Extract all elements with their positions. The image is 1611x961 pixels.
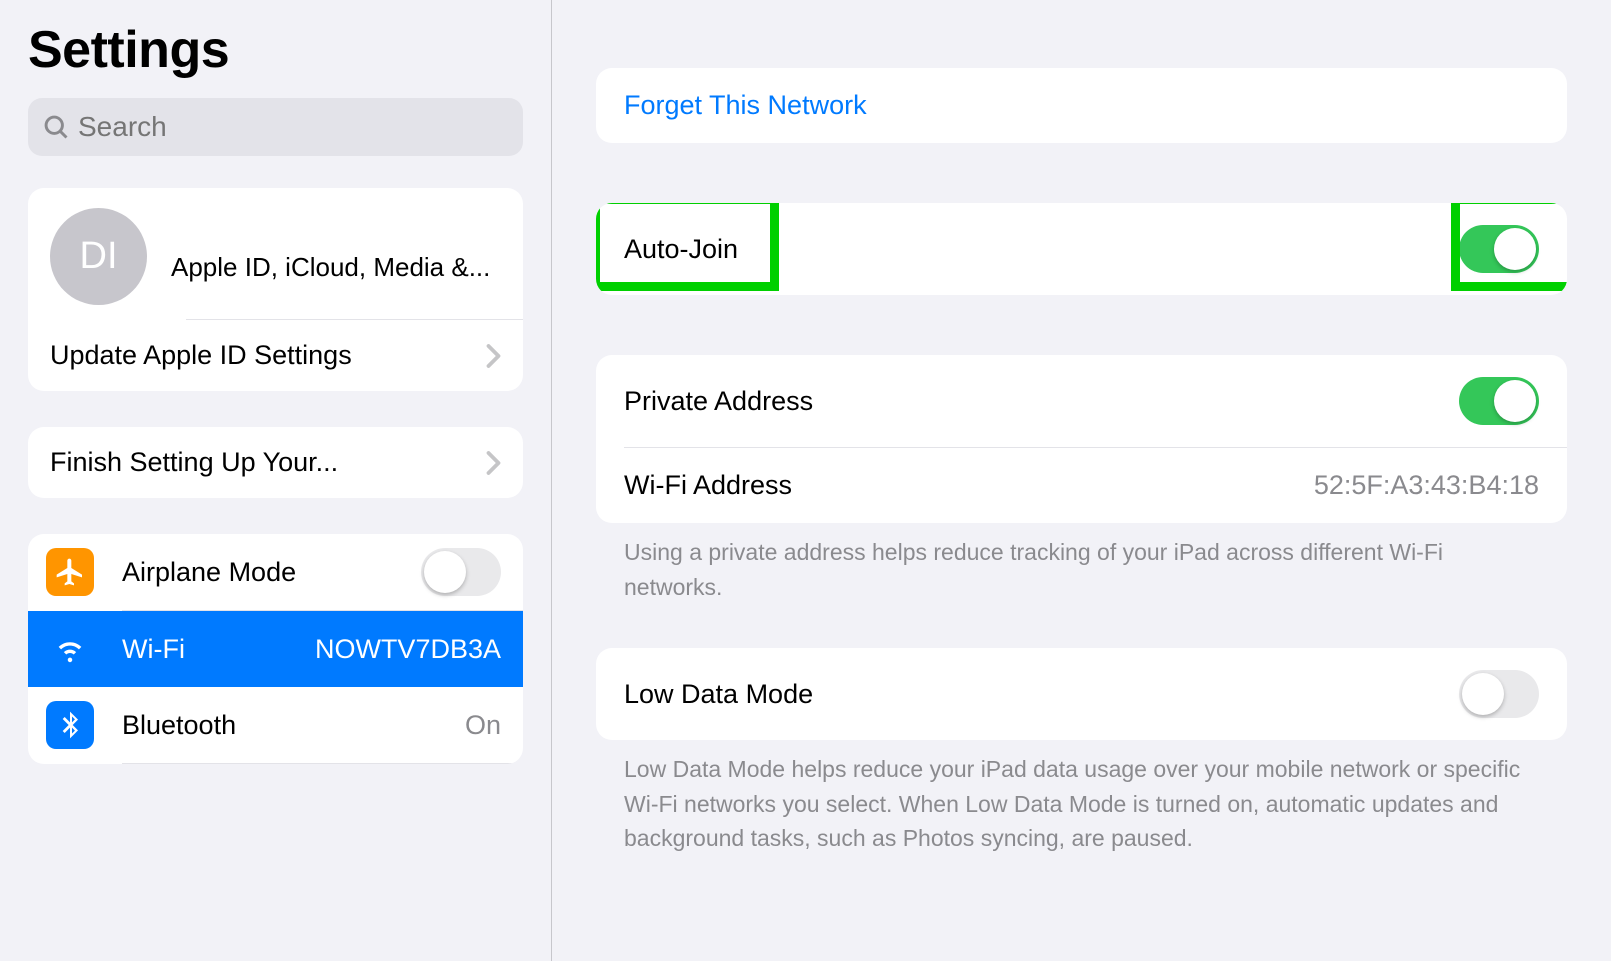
private-address-row[interactable]: Private Address (596, 355, 1567, 447)
autojoin-row[interactable]: Auto-Join (596, 203, 1567, 295)
airplane-mode-row[interactable]: Airplane Mode (28, 534, 523, 610)
autojoin-toggle[interactable] (1459, 225, 1539, 273)
bluetooth-label: Bluetooth (122, 710, 236, 741)
lowdata-toggle[interactable] (1459, 670, 1539, 718)
forget-card: Forget This Network (596, 68, 1567, 143)
private-address-note: Using a private address helps reduce tra… (552, 523, 1611, 604)
bluetooth-row[interactable]: Bluetooth On (28, 687, 523, 763)
finish-setup-label: Finish Setting Up Your... (50, 447, 338, 478)
private-address-toggle[interactable] (1459, 377, 1539, 425)
autojoin-card: Auto-Join (596, 203, 1567, 295)
private-address-card: Private Address Wi-Fi Address 52:5F:A3:4… (596, 355, 1567, 523)
detail-pane: Forget This Network Auto-Join Private Ad… (552, 0, 1611, 961)
lowdata-note: Low Data Mode helps reduce your iPad dat… (552, 740, 1611, 856)
update-apple-id-label: Update Apple ID Settings (50, 340, 352, 371)
apple-id-row[interactable]: DI Apple ID, iCloud, Media &... (28, 188, 523, 319)
wifi-value: NOWTV7DB3A (315, 634, 501, 665)
finish-setup-card: Finish Setting Up Your... (28, 427, 523, 498)
lowdata-card: Low Data Mode (596, 648, 1567, 740)
wifi-address-row: Wi-Fi Address 52:5F:A3:43:B4:18 (596, 448, 1567, 523)
connectivity-card: Airplane Mode Wi-Fi NOWTV7DB3A Bluetooth… (28, 534, 523, 764)
bluetooth-value: On (465, 710, 501, 741)
settings-sidebar: Settings DI Apple ID, iCloud, Media &...… (0, 0, 552, 961)
avatar: DI (50, 208, 147, 305)
autojoin-label: Auto-Join (624, 234, 738, 265)
wifi-icon (46, 625, 94, 673)
airplane-label: Airplane Mode (122, 557, 296, 588)
forget-network-button[interactable]: Forget This Network (596, 68, 1567, 143)
wifi-address-value: 52:5F:A3:43:B4:18 (1314, 470, 1539, 501)
apple-id-subtitle: Apple ID, iCloud, Media &... (171, 230, 490, 283)
lowdata-label: Low Data Mode (624, 679, 813, 710)
search-input[interactable] (78, 111, 509, 143)
airplane-icon (46, 548, 94, 596)
airplane-toggle[interactable] (421, 548, 501, 596)
apple-id-card: DI Apple ID, iCloud, Media &... Update A… (28, 188, 523, 391)
chevron-right-icon (486, 450, 501, 476)
lowdata-row[interactable]: Low Data Mode (596, 648, 1567, 740)
search-box[interactable] (28, 98, 523, 156)
chevron-right-icon (486, 343, 501, 369)
update-apple-id-row[interactable]: Update Apple ID Settings (28, 320, 523, 391)
private-address-label: Private Address (624, 386, 813, 417)
page-title: Settings (0, 0, 551, 98)
search-icon (42, 113, 70, 141)
bluetooth-icon (46, 701, 94, 749)
wifi-address-label: Wi-Fi Address (624, 470, 792, 501)
wifi-row[interactable]: Wi-Fi NOWTV7DB3A (28, 611, 523, 687)
forget-label: Forget This Network (624, 90, 867, 121)
wifi-label: Wi-Fi (122, 634, 185, 665)
finish-setup-row[interactable]: Finish Setting Up Your... (28, 427, 523, 498)
